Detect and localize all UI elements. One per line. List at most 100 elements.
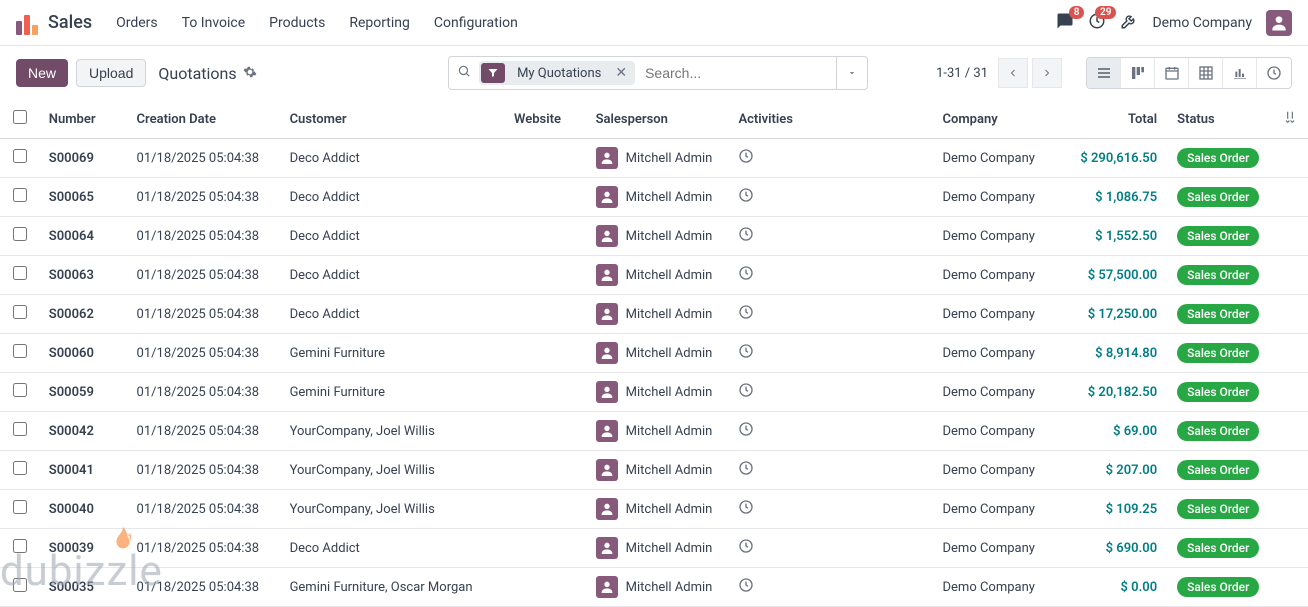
clock-icon[interactable] — [738, 270, 754, 285]
row-checkbox[interactable] — [13, 188, 27, 202]
cell-number: S00039 — [41, 529, 129, 568]
row-checkbox[interactable] — [13, 149, 27, 163]
cell-activities[interactable] — [730, 373, 934, 412]
table-row[interactable]: S0004001/18/2025 05:04:38YourCompany, Jo… — [0, 490, 1308, 529]
cell-activities[interactable] — [730, 256, 934, 295]
row-checkbox[interactable] — [13, 539, 27, 553]
top-nav: Sales Orders To Invoice Products Reporti… — [0, 0, 1308, 46]
table-row[interactable]: S0006301/18/2025 05:04:38Deco AddictMitc… — [0, 256, 1308, 295]
filter-icon[interactable] — [481, 63, 505, 83]
nav-link-to-invoice[interactable]: To Invoice — [182, 15, 246, 31]
search-icon[interactable] — [449, 64, 479, 82]
table-row[interactable]: S0006501/18/2025 05:04:38Deco AddictMitc… — [0, 178, 1308, 217]
table-row[interactable]: S0005901/18/2025 05:04:38Gemini Furnitur… — [0, 373, 1308, 412]
cell-activities[interactable] — [730, 139, 934, 178]
cell-activities[interactable] — [730, 295, 934, 334]
table-row[interactable]: S0006001/18/2025 05:04:38Gemini Furnitur… — [0, 334, 1308, 373]
col-company[interactable]: Company — [935, 100, 1068, 139]
col-activities[interactable]: Activities — [730, 100, 934, 139]
view-calendar-button[interactable] — [1155, 58, 1189, 88]
cell-activities[interactable] — [730, 178, 934, 217]
app-logo-icon[interactable] — [16, 11, 40, 35]
pager-next-button[interactable] — [1032, 58, 1062, 88]
nav-link-orders[interactable]: Orders — [116, 15, 158, 31]
table-row[interactable]: S0003901/18/2025 05:04:38Deco AddictMitc… — [0, 529, 1308, 568]
select-all-checkbox[interactable] — [13, 110, 27, 124]
activities-icon[interactable]: 29 — [1088, 12, 1106, 34]
cell-activities[interactable] — [730, 568, 934, 607]
clock-icon[interactable] — [738, 465, 754, 480]
quotations-table: Number Creation Date Customer Website Sa… — [0, 100, 1308, 607]
cell-website — [506, 334, 588, 373]
clock-icon[interactable] — [738, 153, 754, 168]
gear-icon[interactable] — [243, 64, 257, 83]
cell-activities[interactable] — [730, 451, 934, 490]
col-number[interactable]: Number — [41, 100, 129, 139]
cell-activities[interactable] — [730, 334, 934, 373]
clock-icon[interactable] — [738, 231, 754, 246]
row-checkbox[interactable] — [13, 422, 27, 436]
filter-chip-remove[interactable]: ✕ — [609, 65, 633, 81]
row-checkbox[interactable] — [13, 227, 27, 241]
cell-activities[interactable] — [730, 217, 934, 256]
table-row[interactable]: S0006201/18/2025 05:04:38Deco AddictMitc… — [0, 295, 1308, 334]
view-kanban-button[interactable] — [1121, 58, 1155, 88]
clock-icon[interactable] — [738, 426, 754, 441]
clock-icon[interactable] — [738, 582, 754, 597]
row-checkbox[interactable] — [13, 266, 27, 280]
pager-prev-button[interactable] — [998, 58, 1028, 88]
col-salesperson[interactable]: Salesperson — [588, 100, 731, 139]
search-options-toggle[interactable] — [836, 57, 867, 89]
row-checkbox[interactable] — [13, 383, 27, 397]
nav-links: Orders To Invoice Products Reporting Con… — [116, 15, 518, 31]
nav-link-products[interactable]: Products — [269, 15, 325, 31]
nav-link-configuration[interactable]: Configuration — [434, 15, 518, 31]
clock-icon[interactable] — [738, 309, 754, 324]
company-switcher[interactable]: Demo Company — [1152, 15, 1252, 31]
search-input[interactable] — [641, 61, 836, 85]
cell-website — [506, 373, 588, 412]
view-pivot-button[interactable] — [1189, 58, 1223, 88]
view-list-button[interactable] — [1087, 58, 1121, 88]
row-checkbox[interactable] — [13, 344, 27, 358]
col-status[interactable]: Status — [1169, 100, 1271, 139]
debug-tools-icon[interactable] — [1120, 12, 1138, 34]
table-row[interactable]: S0004101/18/2025 05:04:38YourCompany, Jo… — [0, 451, 1308, 490]
cell-date: 01/18/2025 05:04:38 — [129, 451, 282, 490]
row-checkbox[interactable] — [13, 461, 27, 475]
cell-activities[interactable] — [730, 490, 934, 529]
clock-icon[interactable] — [738, 387, 754, 402]
cell-company: Demo Company — [935, 490, 1068, 529]
view-graph-button[interactable] — [1223, 58, 1257, 88]
clock-icon[interactable] — [738, 192, 754, 207]
clock-icon[interactable] — [738, 543, 754, 558]
clock-icon[interactable] — [738, 348, 754, 363]
cell-company: Demo Company — [935, 568, 1068, 607]
new-button[interactable]: New — [16, 59, 68, 87]
col-customer[interactable]: Customer — [282, 100, 506, 139]
col-website[interactable]: Website — [506, 100, 588, 139]
upload-button[interactable]: Upload — [76, 59, 146, 87]
row-checkbox[interactable] — [13, 500, 27, 514]
table-row[interactable]: S0003501/18/2025 05:04:38Gemini Furnitur… — [0, 568, 1308, 607]
cell-total: $ 8,914.80 — [1067, 334, 1169, 373]
row-checkbox[interactable] — [13, 578, 27, 592]
clock-icon[interactable] — [738, 504, 754, 519]
nav-link-reporting[interactable]: Reporting — [349, 15, 410, 31]
table-row[interactable]: S0004201/18/2025 05:04:38YourCompany, Jo… — [0, 412, 1308, 451]
col-optional-toggle[interactable] — [1271, 100, 1308, 139]
row-checkbox[interactable] — [13, 305, 27, 319]
col-date[interactable]: Creation Date — [129, 100, 282, 139]
table-row[interactable]: S0006901/18/2025 05:04:38Deco AddictMitc… — [0, 139, 1308, 178]
app-title[interactable]: Sales — [48, 12, 92, 33]
cell-activities[interactable] — [730, 529, 934, 568]
user-avatar[interactable] — [1266, 10, 1292, 36]
pager-label[interactable]: 1-31 / 31 — [936, 66, 988, 81]
col-total[interactable]: Total — [1067, 100, 1169, 139]
view-activity-button[interactable] — [1257, 58, 1291, 88]
messages-icon[interactable]: 8 — [1056, 12, 1074, 34]
cell-salesperson: Mitchell Admin — [588, 139, 731, 178]
table-row[interactable]: S0006401/18/2025 05:04:38Deco AddictMitc… — [0, 217, 1308, 256]
salesperson-avatar-icon — [596, 459, 618, 481]
cell-activities[interactable] — [730, 412, 934, 451]
